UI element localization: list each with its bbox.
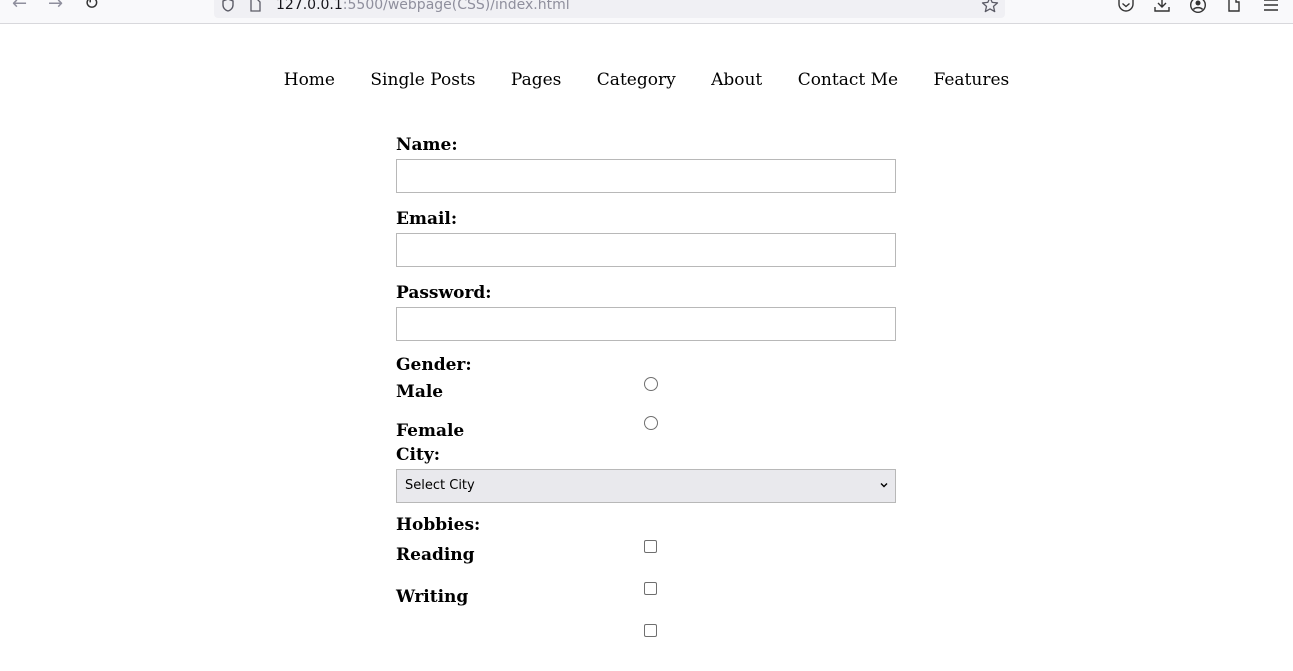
nav-link-pages[interactable]: Pages: [511, 70, 561, 90]
url-host: 127.0.0.1: [276, 0, 343, 13]
url-bar[interactable]: 127.0.0.1:5500/webpage(CSS)/index.html: [214, 0, 1005, 18]
gender-option-male: Male: [396, 377, 896, 416]
male-radio[interactable]: [644, 377, 658, 391]
female-radio[interactable]: [644, 416, 658, 430]
url-path: :5500/webpage(CSS)/index.html: [342, 0, 570, 13]
gender-option-female: Female: [396, 416, 896, 455]
email-label: Email:: [396, 209, 458, 229]
nav-link-contact-me[interactable]: Contact Me: [798, 70, 898, 90]
name-label: Name:: [396, 135, 458, 155]
download-icon[interactable]: [1153, 0, 1171, 14]
female-label: Female: [396, 421, 465, 441]
page-icon: [250, 0, 261, 12]
gender-label: Gender:: [396, 355, 472, 375]
nav-link-about[interactable]: About: [711, 70, 762, 90]
male-label: Male: [396, 382, 444, 402]
url-text[interactable]: 127.0.0.1:5500/webpage(CSS)/index.html: [276, 0, 570, 14]
password-label: Password:: [396, 283, 492, 303]
writing-checkbox[interactable]: [644, 582, 657, 595]
back-arrow-icon[interactable]: ←: [12, 0, 27, 14]
writing-label: Writing: [396, 587, 469, 607]
nav-link-features[interactable]: Features: [933, 70, 1009, 90]
main-nav: Home Single Posts Pages Category About C…: [0, 68, 1293, 92]
registration-form: Name: Email: Password: Gender: Male Fema…: [396, 133, 896, 641]
account-icon[interactable]: [1189, 0, 1207, 14]
hobby-option-reading: Reading: [396, 537, 896, 579]
hobby-checkbox[interactable]: [644, 624, 657, 637]
name-input[interactable]: [396, 159, 896, 193]
hobby-option-next: [396, 621, 896, 641]
pocket-icon[interactable]: [1117, 0, 1135, 14]
hamburger-menu-icon[interactable]: [1262, 0, 1280, 14]
reading-label: Reading: [396, 545, 475, 565]
browser-toolbar: ← → ↻ 127.0.0.1:5500/webpage(CSS)/index.…: [0, 0, 1293, 24]
chevron-down-icon: [880, 483, 888, 488]
email-input[interactable]: [396, 233, 896, 267]
nav-link-single-posts[interactable]: Single Posts: [370, 70, 475, 90]
nav-link-category[interactable]: Category: [597, 70, 676, 90]
hobby-option-writing: Writing: [396, 579, 896, 621]
extensions-icon[interactable]: [1226, 0, 1244, 14]
city-select-value: Select City: [405, 478, 475, 493]
star-icon[interactable]: [981, 0, 999, 14]
reload-icon[interactable]: ↻: [84, 0, 99, 14]
reading-checkbox[interactable]: [644, 540, 657, 553]
forward-arrow-icon[interactable]: →: [48, 0, 63, 14]
password-input[interactable]: [396, 307, 896, 341]
nav-link-home[interactable]: Home: [284, 70, 335, 90]
city-select[interactable]: Select City: [396, 469, 896, 503]
hobbies-label: Hobbies:: [396, 515, 481, 535]
shield-icon[interactable]: [222, 0, 234, 12]
